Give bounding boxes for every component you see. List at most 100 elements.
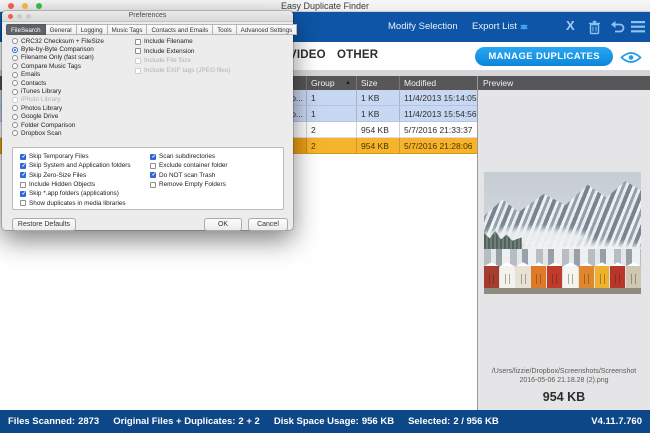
radio-option[interactable]: Dropbox Scan xyxy=(12,129,104,137)
column-modified[interactable]: Modified xyxy=(400,76,477,90)
option-label: iPhoto Library xyxy=(21,96,60,103)
stat-disk-space: Disk Space Usage:956 KB xyxy=(274,416,394,427)
cell-size: 1 KB xyxy=(357,106,400,121)
tab-other[interactable]: OTHER xyxy=(337,49,378,61)
cell-size: 954 KB xyxy=(357,122,400,137)
houses-art xyxy=(484,262,641,288)
search-method-list: CRC32 Checksum + FileSize Byte-by-Byte C… xyxy=(12,37,104,138)
radio-option[interactable]: Emails xyxy=(12,71,104,79)
checkbox-icon xyxy=(150,163,156,169)
option-label: Photos Library xyxy=(21,105,62,112)
file-path-line1: /Users/lizzie/Dropbox/Screenshots/Screen… xyxy=(482,368,646,377)
checkbox-icon xyxy=(135,58,141,64)
radio-icon xyxy=(12,89,18,95)
checkbox-icon xyxy=(150,182,156,188)
option-label: Skip *.app folders (applications) xyxy=(29,190,119,197)
radio-option[interactable]: Compare Music Tags xyxy=(12,62,104,70)
radio-icon xyxy=(12,130,18,136)
checkbox-option[interactable]: Exclude container folder xyxy=(150,161,228,170)
preview-file-path: /Users/lizzie/Dropbox/Screenshots/Screen… xyxy=(482,368,646,385)
modify-selection-button[interactable]: Modify Selection xyxy=(388,12,458,42)
tab-video[interactable]: VIDEO xyxy=(289,49,326,61)
option-label: Include File Size xyxy=(144,57,191,64)
option-label: iTunes Library xyxy=(21,88,61,95)
radio-option[interactable]: Folder Comparison xyxy=(12,121,104,129)
radio-option[interactable]: Filename Only (fast scan) xyxy=(12,54,104,62)
scan-options-left: Skip Temporary Files Skip System and App… xyxy=(20,152,131,208)
option-label: Include Hidden Objects xyxy=(29,181,95,188)
cell-modified: 5/7/2016 21:28:06 xyxy=(400,138,477,153)
option-label: Skip Temporary Files xyxy=(29,153,89,160)
checkbox-option: Include EXIF tags (JPEG files) xyxy=(135,66,230,76)
checkbox-icon xyxy=(135,68,141,74)
checkbox-icon xyxy=(20,172,26,178)
export-list-button[interactable]: Export List xyxy=(472,12,517,42)
radio-icon xyxy=(12,122,18,128)
radio-icon xyxy=(12,97,18,103)
checkbox-option[interactable]: Skip *.app folders (applications) xyxy=(20,189,131,198)
radio-option[interactable]: Photos Library xyxy=(12,104,104,112)
checkbox-option[interactable]: Include Filename xyxy=(135,37,230,47)
option-label: Contacts xyxy=(21,80,46,87)
checkbox-option[interactable]: Skip Temporary Files xyxy=(20,152,131,161)
option-label: Include Filename xyxy=(144,38,193,45)
window-title: Easy Duplicate Finder xyxy=(0,1,650,11)
option-label: Compare Music Tags xyxy=(21,63,81,70)
pref-tab-logging[interactable]: Logging xyxy=(77,24,108,35)
cell-size: 954 KB xyxy=(357,138,400,153)
sort-asc-icon[interactable]: ▲ xyxy=(345,76,351,90)
radio-option[interactable]: iTunes Library xyxy=(12,87,104,95)
checkbox-option[interactable]: Remove Empty Folders xyxy=(150,180,228,189)
option-label: Filename Only (fast scan) xyxy=(21,54,94,61)
checkbox-icon xyxy=(150,172,156,178)
pref-tab-general[interactable]: General xyxy=(46,24,77,35)
checkbox-icon xyxy=(135,48,141,54)
checkbox-option[interactable]: Skip Zero-Size Files xyxy=(20,171,131,180)
stat-originals-duplicates: Original Files + Duplicates:2 + 2 xyxy=(113,416,260,427)
checkbox-option[interactable]: Skip System and Application folders xyxy=(20,161,131,170)
pref-tab-advanced[interactable]: Advanced Settings xyxy=(237,24,298,35)
cell-size: 1 KB xyxy=(357,90,400,105)
radio-icon xyxy=(12,55,18,61)
pref-tab-tools[interactable]: Tools xyxy=(213,24,236,35)
undo-icon[interactable] xyxy=(608,20,625,34)
checkbox-option[interactable]: Include Hidden Objects xyxy=(20,180,131,189)
checkbox-option[interactable]: Show duplicates in media libraries xyxy=(20,198,131,207)
manage-duplicates-button[interactable]: MANAGE DUPLICATES xyxy=(475,47,613,66)
preferences-dialog: Preferences FileSearch General Logging M… xyxy=(2,11,293,230)
cell-modified: 11/4/2013 15:14:05 xyxy=(400,90,477,105)
checkbox-icon xyxy=(20,154,26,160)
column-size[interactable]: Size xyxy=(357,76,400,90)
export-updown-icon[interactable] xyxy=(520,20,528,34)
preview-header: Preview xyxy=(478,76,650,90)
trash-icon[interactable] xyxy=(588,20,601,35)
include-options-list: Include Filename Include Extension Inclu… xyxy=(135,37,230,75)
stat-selected: Selected:2 / 956 KB xyxy=(408,416,499,427)
checkbox-option[interactable]: Include Extension xyxy=(135,47,230,57)
radio-option[interactable]: CRC32 Checksum + FileSize xyxy=(12,37,104,45)
option-label: Include Extension xyxy=(144,48,194,55)
option-label: Skip Zero-Size Files xyxy=(29,172,86,179)
option-label: Do NOT scan Trash xyxy=(159,172,215,179)
eye-icon[interactable] xyxy=(620,51,642,64)
checkbox-option[interactable]: Scan subdirectories xyxy=(150,152,228,161)
radio-icon xyxy=(12,114,18,120)
cancel-button[interactable]: Cancel xyxy=(248,218,288,231)
radio-option[interactable]: Byte-by-Byte Comparison xyxy=(12,45,104,53)
restore-defaults-button[interactable]: Restore Defaults xyxy=(12,218,76,231)
checkbox-option[interactable]: Do NOT scan Trash xyxy=(150,171,228,180)
preferences-tabs: FileSearch General Logging Music Tags Co… xyxy=(6,24,291,35)
checkbox-icon xyxy=(135,39,141,45)
option-label: Emails xyxy=(21,71,40,78)
menu-icon[interactable] xyxy=(631,21,645,33)
preview-file-size: 954 KB xyxy=(478,390,650,404)
pref-tab-music-tags[interactable]: Music Tags xyxy=(108,24,148,35)
ok-button[interactable]: OK xyxy=(204,218,242,231)
pref-tab-contacts-emails[interactable]: Contacts and Emails xyxy=(147,24,213,35)
radio-option[interactable]: Contacts xyxy=(12,79,104,87)
clear-x-icon[interactable]: X xyxy=(566,18,575,33)
radio-option[interactable]: Google Drive xyxy=(12,113,104,121)
dialog-title: Preferences xyxy=(2,12,293,19)
dialog-body: CRC32 Checksum + FileSize Byte-by-Byte C… xyxy=(2,35,293,230)
pref-tab-filesearch[interactable]: FileSearch xyxy=(6,24,46,35)
